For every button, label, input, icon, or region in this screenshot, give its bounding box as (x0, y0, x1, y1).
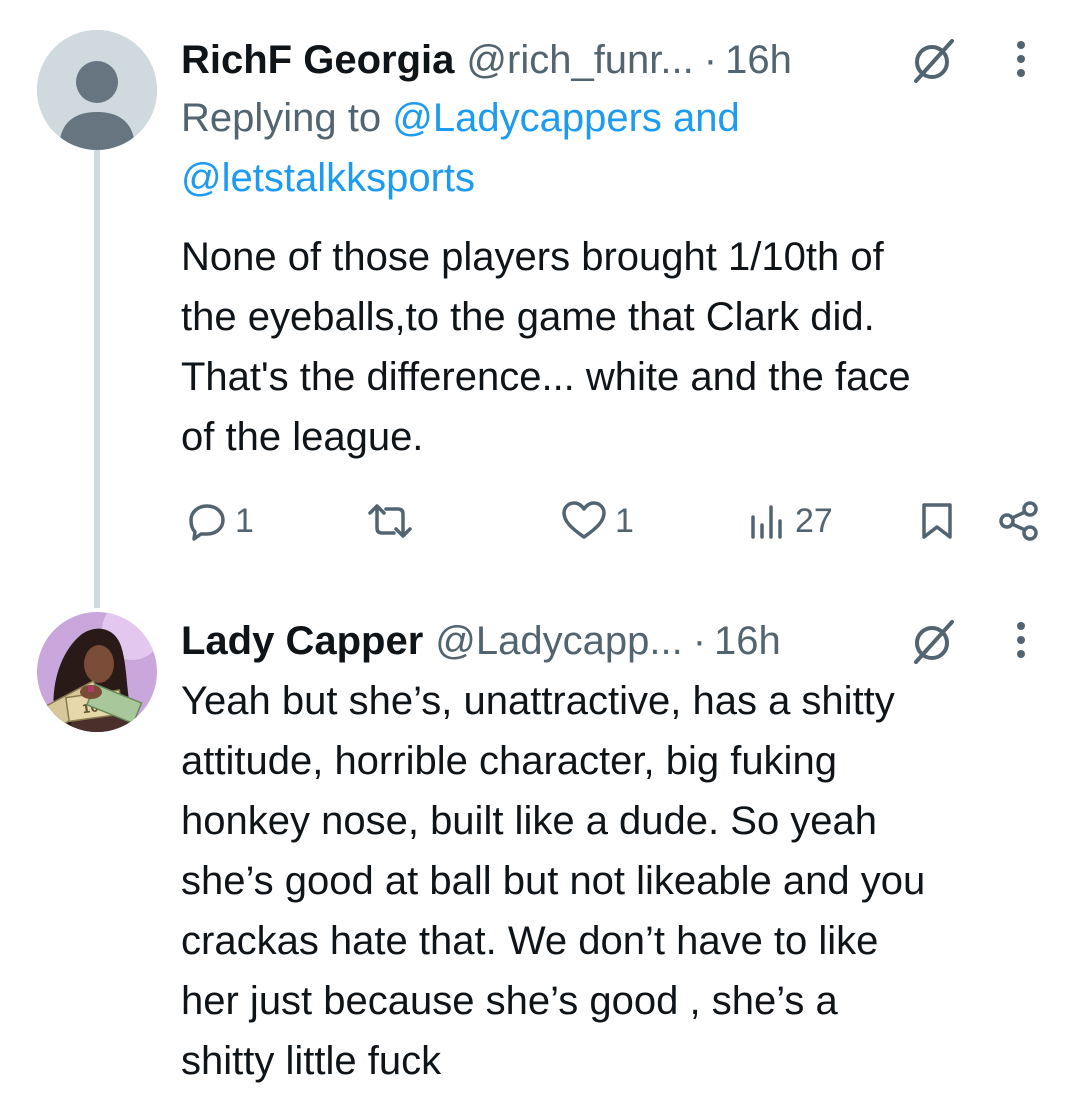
grok-icon[interactable] (908, 617, 958, 667)
timestamp[interactable]: 16h (714, 611, 781, 671)
grok-icon[interactable] (908, 36, 958, 86)
reply-count: 1 (235, 501, 254, 540)
tweet-text-line: her just because she’s good , she’s a (181, 979, 838, 1023)
tweet-text-line: attitude, horrible character, big fuking (181, 739, 837, 783)
reply-button[interactable]: 1 (187, 496, 254, 546)
bookmark-icon (922, 503, 952, 539)
and-label[interactable]: and (673, 96, 740, 140)
retweet-icon (368, 504, 412, 538)
views-button[interactable]: 27 (747, 496, 833, 546)
more-icon[interactable] (1015, 620, 1027, 660)
tweet-header: RichF Georgia @rich_funr... · 16h (181, 30, 792, 90)
share-icon (999, 501, 1038, 541)
tweet-text-line: the eyeballs,to the game that Clark did. (181, 295, 875, 339)
bookmark-button[interactable] (919, 496, 955, 546)
separator-dot: · (703, 38, 718, 82)
views-icon (751, 505, 782, 539)
tweet-text-line: crackas hate that. We don’t have to like (181, 919, 879, 963)
user-handle[interactable]: @rich_funr... (466, 30, 693, 90)
display-name[interactable]: RichF Georgia (181, 30, 454, 90)
thread-line (94, 150, 100, 608)
tweet-text-line: of the league. (181, 415, 424, 459)
tweet-text-line: That's the difference... white and the f… (181, 355, 911, 399)
user-handle[interactable]: @Ladycapp... (435, 611, 682, 671)
more-icon[interactable] (1015, 39, 1027, 79)
tweet-richf-georgia[interactable]: RichF Georgia @rich_funr... · 16h Replyi… (0, 0, 1080, 610)
replying-to: Replying to @Ladycappers and @letstalkks… (181, 88, 1041, 208)
avatar-image: 100 (37, 612, 157, 732)
separator-dot: · (692, 619, 707, 663)
display-name[interactable]: Lady Capper (181, 611, 423, 671)
share-button[interactable] (998, 496, 1040, 546)
tweet-text: None of those players brought 1/10th of … (181, 227, 911, 467)
avatar[interactable]: 100 (37, 612, 157, 732)
reply-icon (189, 504, 225, 541)
tweet-text: Yeah but she’s, unattractive, has a shit… (181, 671, 925, 1091)
default-avatar-icon (37, 30, 157, 150)
views-count: 27 (795, 501, 833, 540)
mention-link[interactable]: @letstalkksports (181, 156, 475, 200)
timestamp[interactable]: 16h (725, 30, 792, 90)
tweet-text-line: she’s good at ball but not likeable and … (181, 859, 926, 903)
tweet-text-line: None of those players brought 1/10th of (181, 235, 884, 279)
tweet-text-line: Yeah but she’s, unattractive, has a shit… (181, 679, 895, 723)
like-button[interactable]: 1 (561, 496, 634, 546)
tweet-lady-capper[interactable]: 100 Lady Capper @Ladycapp... · 16h Yeah … (0, 600, 1080, 1111)
like-count: 1 (615, 501, 634, 540)
retweet-button[interactable] (366, 496, 414, 546)
heart-icon (562, 501, 606, 539)
mention-link[interactable]: @Ladycappers (392, 96, 662, 140)
avatar[interactable] (37, 30, 157, 150)
tweet-text-line: honkey nose, built like a dude. So yeah (181, 799, 878, 843)
tweet-header: Lady Capper @Ladycapp... · 16h (181, 611, 781, 671)
tweet-text-line: shitty little fuck (181, 1039, 442, 1083)
action-bar: 1 1 27 (181, 496, 1041, 546)
replying-to-label: Replying to (181, 96, 382, 140)
